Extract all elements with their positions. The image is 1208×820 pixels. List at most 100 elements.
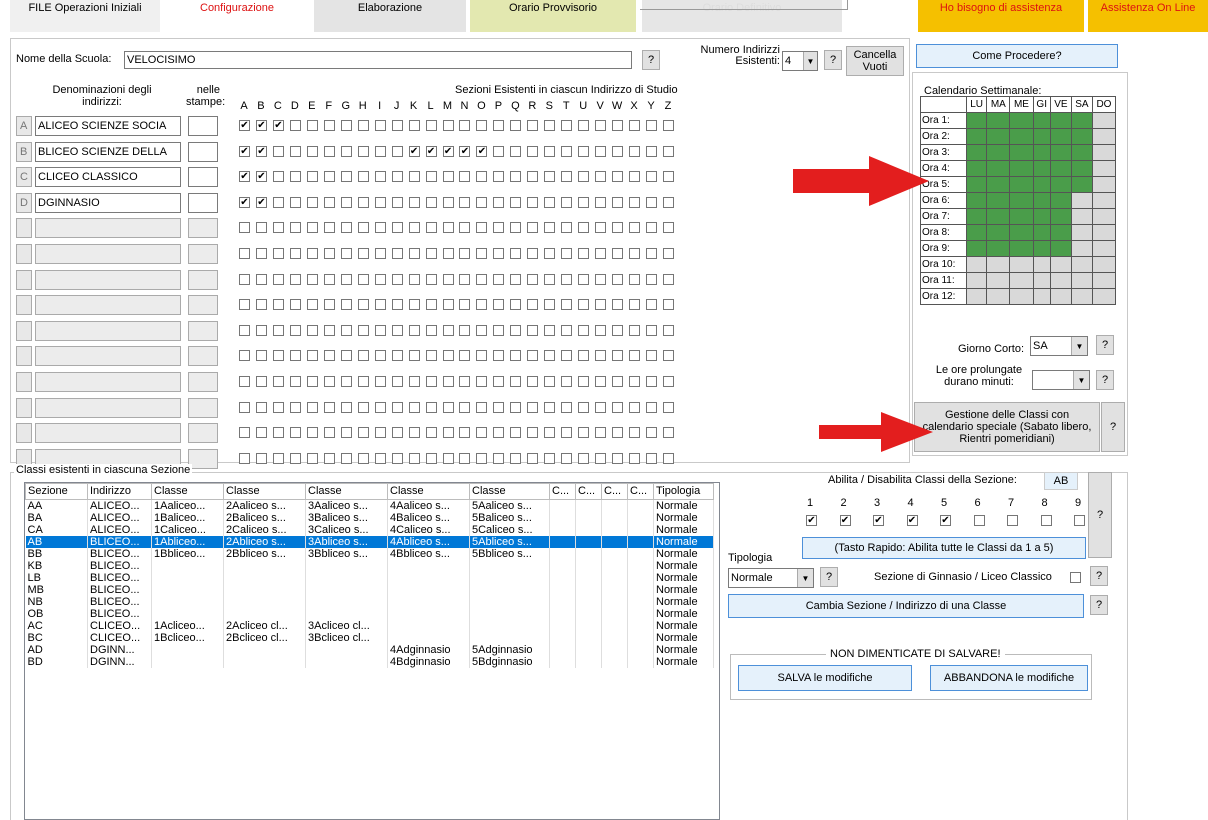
section-checkbox-i[interactable] [374,427,386,439]
stampe-input[interactable] [188,346,218,367]
section-checkbox-b[interactable] [255,376,267,387]
section-checkbox-j[interactable] [391,171,403,183]
calendar-slot[interactable] [1032,144,1051,161]
section-checkbox-h[interactable] [357,196,369,208]
section-checkbox-v[interactable] [595,273,607,285]
section-checkbox-j[interactable] [391,299,403,311]
class-enable-checkbox[interactable]: ✔ [906,515,918,526]
chevron-down-icon[interactable]: ▼ [1073,371,1089,389]
calendar-slot[interactable] [1009,176,1034,193]
section-checkbox-l[interactable] [425,376,437,387]
calendar-slot[interactable] [965,240,988,257]
section-checkbox-s[interactable] [544,427,556,439]
section-checkbox-o[interactable] [476,171,488,183]
column-header[interactable]: Classe [469,483,550,500]
section-checkbox-w[interactable] [612,350,624,362]
section-checkbox-k[interactable] [408,452,420,464]
section-checkbox-j[interactable] [391,324,403,336]
calendar-slot[interactable] [1091,176,1117,193]
stampe-input[interactable] [188,448,218,469]
section-checkbox-a[interactable]: ✔ [239,120,250,131]
section-checkbox-k[interactable] [408,171,420,183]
section-checkbox-v[interactable] [595,196,607,208]
section-checkbox-t[interactable] [561,299,573,311]
section-checkbox-f[interactable] [323,350,335,362]
section-checkbox-p[interactable] [493,299,505,311]
stampe-input[interactable] [188,269,218,290]
section-checkbox-z[interactable] [663,171,674,183]
section-checkbox-m[interactable] [442,401,454,413]
section-checkbox-f[interactable] [323,171,335,183]
section-checkbox-n[interactable] [459,299,471,311]
indirizzo-name-input[interactable] [35,397,181,418]
calendar-slot[interactable] [1091,272,1117,289]
section-checkbox-v[interactable] [595,376,607,387]
section-checkbox-d[interactable] [289,427,301,439]
section-checkbox-s[interactable] [544,452,556,464]
section-checkbox-e[interactable] [306,248,318,259]
section-checkbox-a[interactable] [239,401,250,413]
section-checkbox-q[interactable] [510,120,522,131]
section-checkbox-l[interactable] [425,299,437,311]
section-checkbox-g[interactable] [340,401,352,413]
section-checkbox-h[interactable] [357,248,369,259]
calendar-slot[interactable] [1070,128,1093,145]
help-button-giorno-corto[interactable]: ? [1096,335,1114,355]
section-checkbox-r[interactable] [527,196,539,208]
calendar-slot[interactable] [1049,192,1072,209]
section-checkbox-g[interactable] [340,452,352,464]
section-checkbox-h[interactable] [357,299,369,311]
calendar-slot[interactable] [986,128,1011,145]
section-checkbox-d[interactable] [289,299,301,311]
section-checkbox-c[interactable] [272,299,284,311]
section-checkbox-y[interactable] [646,248,658,259]
section-checkbox-s[interactable] [544,120,556,131]
section-checkbox-e[interactable] [306,452,318,464]
section-checkbox-l[interactable] [425,350,437,362]
section-checkbox-p[interactable] [493,324,505,336]
section-checkbox-s[interactable] [544,196,556,208]
section-checkbox-l[interactable] [425,324,437,336]
section-checkbox-g[interactable] [340,427,352,439]
section-checkbox-h[interactable] [357,452,369,464]
section-checkbox-c[interactable] [272,171,284,183]
section-checkbox-v[interactable] [595,299,607,311]
num-indirizzi-select[interactable]: 4 ▼ [782,51,818,71]
section-checkbox-f[interactable] [323,452,335,464]
section-checkbox-i[interactable] [374,248,386,259]
section-checkbox-o[interactable]: ✔ [476,145,488,157]
section-checkbox-n[interactable] [459,171,471,183]
tab-elaborazione[interactable]: Elaborazione [314,0,466,32]
section-checkbox-o[interactable] [476,376,488,387]
section-checkbox-p[interactable] [493,350,505,362]
section-checkbox-x[interactable] [629,222,641,234]
section-checkbox-t[interactable] [561,350,573,362]
section-checkbox-k[interactable] [408,120,420,131]
calendar-slot[interactable] [1009,240,1034,257]
column-header[interactable]: Classe [305,483,388,500]
calendar-slot[interactable] [1070,112,1093,129]
help-button-gestione[interactable]: ? [1101,402,1125,452]
section-checkbox-z[interactable] [663,324,674,336]
section-checkbox-j[interactable] [391,196,403,208]
section-checkbox-b[interactable]: ✔ [255,145,267,157]
section-checkbox-l[interactable] [425,452,437,464]
section-checkbox-m[interactable] [442,324,454,336]
section-checkbox-z[interactable] [663,427,674,439]
section-checkbox-c[interactable] [272,401,284,413]
table-row[interactable]: CA ALICEO... 1Caliceo... 2Caliceo s... 3Cali… [25,524,714,536]
calendar-slot[interactable] [1032,224,1051,241]
section-checkbox-b[interactable] [255,350,267,362]
section-checkbox-y[interactable] [646,222,658,234]
class-enable-checkbox[interactable]: ✔ [839,515,851,526]
section-checkbox-n[interactable] [459,376,471,387]
section-checkbox-u[interactable] [578,222,590,234]
section-checkbox-n[interactable] [459,427,471,439]
section-checkbox-b[interactable] [255,248,267,259]
calendar-slot[interactable] [1032,256,1051,273]
table-row[interactable]: AC CLICEO... 1Acliceo... 2Acliceo cl... 3Acl… [25,620,714,632]
section-checkbox-e[interactable] [306,273,318,285]
section-checkbox-v[interactable] [595,248,607,259]
table-row[interactable]: OB BLICEO... Normale [25,608,714,620]
calendar-slot[interactable] [986,208,1011,225]
